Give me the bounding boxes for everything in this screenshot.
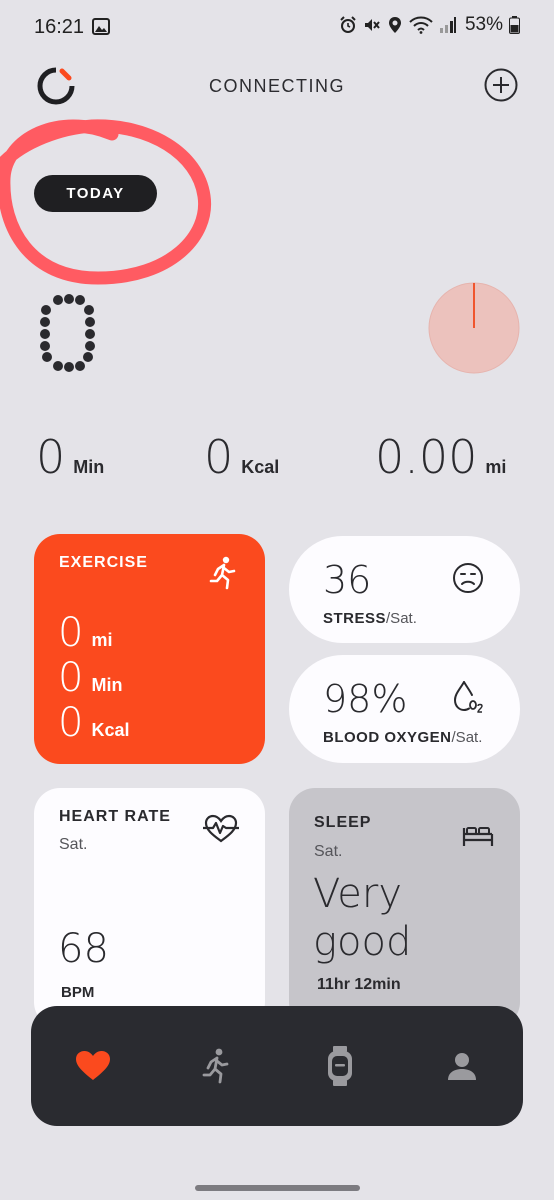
sleep-duration: 11hr 12min bbox=[317, 976, 401, 993]
neutral-face-icon bbox=[453, 563, 483, 593]
location-icon bbox=[388, 17, 401, 33]
nav-profile-tab[interactable] bbox=[440, 1044, 484, 1088]
stat-minutes-unit: Min bbox=[73, 457, 105, 477]
connection-status-title: CONNECTING bbox=[209, 76, 345, 96]
stat-minutes: 0 Min bbox=[36, 430, 104, 484]
stress-label: STRESS/Sat. bbox=[323, 610, 417, 627]
signal-icon bbox=[439, 17, 456, 33]
bottom-navigation bbox=[31, 1006, 523, 1126]
home-indicator[interactable] bbox=[195, 1185, 360, 1191]
heart-icon bbox=[76, 1051, 110, 1080]
blood-oxygen-label: BLOOD OXYGEN/Sat. bbox=[323, 729, 482, 746]
running-icon bbox=[209, 556, 236, 590]
gallery-notification-icon bbox=[92, 18, 110, 35]
wifi-icon bbox=[409, 16, 433, 34]
stress-label-day: /Sat. bbox=[386, 610, 417, 627]
stat-minutes-value: 0 bbox=[36, 430, 66, 484]
sleep-quality: Very good bbox=[313, 871, 412, 965]
exercise-duration: 0 Min bbox=[58, 655, 122, 701]
blood-oxygen-value: 98% bbox=[323, 677, 408, 721]
sleep-title: SLEEP bbox=[314, 814, 372, 831]
nav-exercise-tab[interactable] bbox=[193, 1044, 237, 1088]
stat-distance-value: 0.00 bbox=[375, 430, 478, 484]
stat-calories-value: 0 bbox=[204, 430, 234, 484]
today-button[interactable]: TODAY bbox=[34, 175, 157, 212]
heart-rate-day: Sat. bbox=[59, 836, 88, 853]
exercise-distance: 0 mi bbox=[58, 610, 112, 656]
exercise-duration-unit: Min bbox=[91, 675, 123, 695]
heart-rate-unit: BPM bbox=[61, 984, 95, 1001]
step-count-digit: 0 bbox=[40, 294, 95, 372]
blood-oxygen-label-text: BLOOD OXYGEN bbox=[323, 729, 452, 746]
status-bar: 16:21 53% bbox=[0, 0, 554, 56]
alarm-icon bbox=[340, 16, 356, 33]
exercise-calories-value: 0 bbox=[58, 700, 84, 746]
blood-oxygen-label-day: /Sat. bbox=[451, 729, 483, 746]
stat-calories: 0 Kcal bbox=[204, 430, 279, 484]
stat-distance: 0.00 mi bbox=[375, 430, 506, 484]
stress-card[interactable]: 36 STRESS/Sat. bbox=[289, 536, 520, 643]
oxygen-drop-icon bbox=[453, 681, 483, 713]
sleep-card[interactable]: SLEEP Sat. Very good 11hr 12min bbox=[289, 788, 520, 1028]
heart-pulse-icon bbox=[203, 814, 239, 843]
header: CONNECTING bbox=[0, 62, 554, 112]
heart-rate-card[interactable]: HEART RATE Sat. 68 BPM bbox=[34, 788, 265, 1028]
nav-health-tab[interactable] bbox=[71, 1044, 115, 1088]
profile-icon bbox=[448, 1053, 476, 1080]
watch-icon bbox=[328, 1046, 352, 1086]
exercise-calories: 0 Kcal bbox=[58, 700, 129, 746]
exercise-duration-value: 0 bbox=[58, 655, 84, 701]
sleep-day: Sat. bbox=[314, 843, 343, 860]
heart-rate-title: HEART RATE bbox=[59, 808, 171, 825]
exercise-card[interactable]: EXERCISE 0 mi 0 Min 0 Kcal bbox=[34, 534, 265, 764]
blood-oxygen-card[interactable]: 98% BLOOD OXYGEN/Sat. bbox=[289, 655, 520, 763]
battery-percent: 53% bbox=[464, 14, 503, 35]
status-icons: 53% bbox=[339, 14, 520, 36]
step-goal-ring bbox=[428, 282, 520, 374]
nav-device-tab[interactable] bbox=[318, 1044, 362, 1088]
add-button[interactable] bbox=[484, 68, 518, 102]
running-icon bbox=[202, 1048, 229, 1084]
stat-calories-unit: Kcal bbox=[241, 457, 280, 477]
exercise-title: EXERCISE bbox=[59, 554, 148, 571]
heart-rate-value: 68 bbox=[58, 926, 109, 972]
status-time: 16:21 bbox=[34, 16, 85, 38]
mute-icon bbox=[364, 19, 380, 31]
bed-icon bbox=[462, 827, 494, 846]
exercise-distance-value: 0 bbox=[58, 610, 84, 656]
stress-label-text: STRESS bbox=[323, 610, 387, 627]
battery-icon bbox=[509, 16, 520, 34]
daily-stats-row: 0 Min 0 Kcal 0.00 mi bbox=[0, 424, 554, 484]
exercise-distance-unit: mi bbox=[91, 630, 113, 650]
exercise-calories-unit: Kcal bbox=[91, 720, 130, 740]
stress-value: 36 bbox=[323, 558, 372, 602]
stat-distance-unit: mi bbox=[485, 457, 507, 477]
